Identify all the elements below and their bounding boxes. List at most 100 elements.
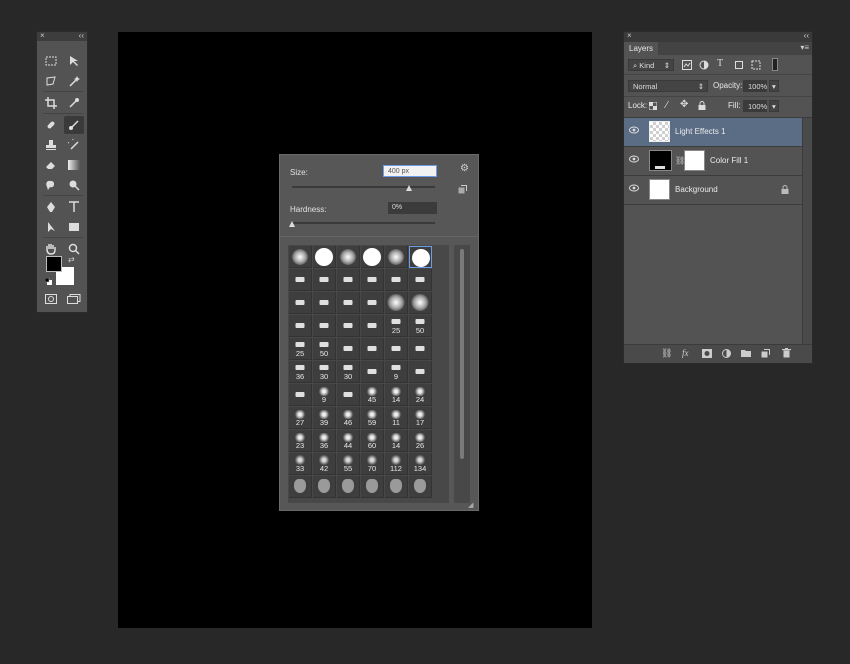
brush-preset-cell[interactable]: 30 <box>313 361 336 383</box>
brush-preset-cell[interactable] <box>313 292 336 314</box>
collapse-icon[interactable]: ‹‹ <box>804 31 809 40</box>
brush-preset-cell[interactable]: 45 <box>361 384 384 406</box>
brush-preset-cell[interactable] <box>361 361 384 383</box>
brush-preset-cell[interactable] <box>337 315 360 337</box>
brush-preset-cell[interactable]: 36 <box>289 361 312 383</box>
brush-preset-cell[interactable]: 27 <box>289 407 312 429</box>
brush-preset-cell[interactable] <box>385 476 408 498</box>
brush-preset-cell[interactable]: 50 <box>409 315 432 337</box>
link-layers-icon[interactable]: ⛓ <box>661 348 672 359</box>
filter-adjustment-icon[interactable] <box>699 60 709 70</box>
hardness-slider-track[interactable] <box>292 222 435 224</box>
path-selection-tool-icon[interactable] <box>41 218 61 236</box>
close-icon[interactable]: × <box>40 31 45 40</box>
eraser-tool-icon[interactable] <box>41 156 61 174</box>
filter-pixel-icon[interactable] <box>682 60 692 70</box>
brush-preset-cell[interactable]: 55 <box>337 453 360 475</box>
brush-preset-cell[interactable]: 26 <box>409 430 432 452</box>
size-slider-thumb[interactable] <box>406 185 413 191</box>
hardness-input[interactable]: 0% <box>388 202 437 214</box>
size-input[interactable]: 400 px <box>383 165 437 177</box>
brush-preset-cell[interactable]: 24 <box>409 384 432 406</box>
collapse-icon[interactable]: ‹‹ <box>79 31 84 40</box>
lock-position-icon[interactable]: ✥ <box>680 99 688 110</box>
brush-preset-cell[interactable]: 50 <box>313 338 336 360</box>
new-adjustment-layer-icon[interactable] <box>722 349 731 360</box>
brush-preset-cell[interactable]: 14 <box>385 430 408 452</box>
brush-preset-cell[interactable] <box>289 246 312 268</box>
layers-scrollbar[interactable] <box>802 118 812 345</box>
default-colors-icon[interactable] <box>44 277 52 285</box>
move-tool-icon[interactable] <box>64 52 84 70</box>
brush-preset-cell[interactable]: 9 <box>385 361 408 383</box>
brush-preset-cell[interactable] <box>385 269 408 291</box>
opacity-dropdown-icon[interactable]: ▾ <box>769 80 779 92</box>
brush-preset-cell[interactable]: 25 <box>385 315 408 337</box>
filter-type-icon[interactable]: T <box>717 58 723 69</box>
brush-preset-cell[interactable] <box>409 292 432 314</box>
brush-preset-cell[interactable] <box>361 315 384 337</box>
pen-tool-icon[interactable] <box>41 198 61 216</box>
type-tool-icon[interactable] <box>64 198 84 216</box>
filter-smart-object-icon[interactable] <box>751 60 761 70</box>
filter-shape-icon[interactable] <box>734 60 744 70</box>
hardness-slider-thumb[interactable] <box>289 221 295 227</box>
new-preset-icon[interactable] <box>458 185 467 194</box>
filter-kind-select[interactable]: ⌕ Kind ⇕ <box>628 59 674 71</box>
brush-preset-cell[interactable] <box>289 384 312 406</box>
screen-mode-icon[interactable] <box>64 290 84 308</box>
blend-mode-select[interactable]: Normal ⇕ <box>628 80 708 92</box>
size-slider-track[interactable] <box>292 186 435 188</box>
brush-preset-cell[interactable] <box>361 476 384 498</box>
layer-name[interactable]: Light Effects 1 <box>675 127 726 136</box>
brush-preset-cell[interactable] <box>337 269 360 291</box>
brush-preset-cell[interactable] <box>409 476 432 498</box>
brush-preset-cell[interactable] <box>337 292 360 314</box>
brush-preset-cell[interactable]: 46 <box>337 407 360 429</box>
brush-preset-cell[interactable] <box>409 338 432 360</box>
brush-preset-cell[interactable]: 39 <box>313 407 336 429</box>
brush-preset-cell[interactable] <box>313 269 336 291</box>
brush-preset-cell[interactable] <box>289 292 312 314</box>
brush-preset-cell[interactable]: 44 <box>337 430 360 452</box>
brush-preset-cell[interactable]: 36 <box>313 430 336 452</box>
filter-toggle-switch[interactable] <box>772 58 778 71</box>
brush-preset-cell[interactable] <box>361 292 384 314</box>
brush-preset-cell[interactable] <box>361 269 384 291</box>
brush-preset-cell[interactable] <box>409 269 432 291</box>
fill-input[interactable]: 100% <box>743 100 767 112</box>
clone-stamp-tool-icon[interactable] <box>41 136 61 154</box>
visibility-eye-icon[interactable] <box>629 126 639 136</box>
brush-preset-cell[interactable]: 33 <box>289 453 312 475</box>
brush-preset-cell[interactable] <box>385 338 408 360</box>
layers-panel-header[interactable]: × ‹‹ <box>624 31 812 42</box>
brush-preset-cell[interactable]: 42 <box>313 453 336 475</box>
fill-dropdown-icon[interactable]: ▾ <box>769 100 779 112</box>
crop-tool-icon[interactable] <box>41 94 61 112</box>
panel-menu-icon[interactable]: ▾≡ <box>800 43 809 52</box>
brush-preset-cell[interactable] <box>289 269 312 291</box>
foreground-color-swatch[interactable] <box>46 256 62 272</box>
lasso-tool-icon[interactable] <box>41 72 61 90</box>
close-icon[interactable]: × <box>627 31 632 40</box>
brush-preset-cell[interactable]: 134 <box>409 453 432 475</box>
brush-preset-cell[interactable] <box>313 476 336 498</box>
layer-row[interactable]: Light Effects 1 <box>624 118 803 147</box>
new-group-icon[interactable] <box>741 349 751 359</box>
brush-preset-cell[interactable]: 70 <box>361 453 384 475</box>
history-brush-tool-icon[interactable] <box>64 136 84 154</box>
layer-style-icon[interactable]: fx <box>682 348 689 358</box>
healing-brush-tool-icon[interactable] <box>41 116 61 134</box>
brush-preset-cell[interactable] <box>289 315 312 337</box>
blur-tool-icon[interactable] <box>41 176 61 194</box>
brush-preset-cell[interactable]: 59 <box>361 407 384 429</box>
brush-preset-cell[interactable]: 9 <box>313 384 336 406</box>
brush-preset-cell[interactable]: 30 <box>337 361 360 383</box>
new-layer-icon[interactable] <box>761 349 770 360</box>
resize-grip-icon[interactable]: ◢ <box>468 501 473 509</box>
brush-preset-cell[interactable] <box>385 246 408 268</box>
brush-preset-cell[interactable] <box>361 338 384 360</box>
brush-preset-cell[interactable]: 17 <box>409 407 432 429</box>
brush-preset-cell[interactable] <box>337 384 360 406</box>
brush-preset-cell[interactable]: 112 <box>385 453 408 475</box>
